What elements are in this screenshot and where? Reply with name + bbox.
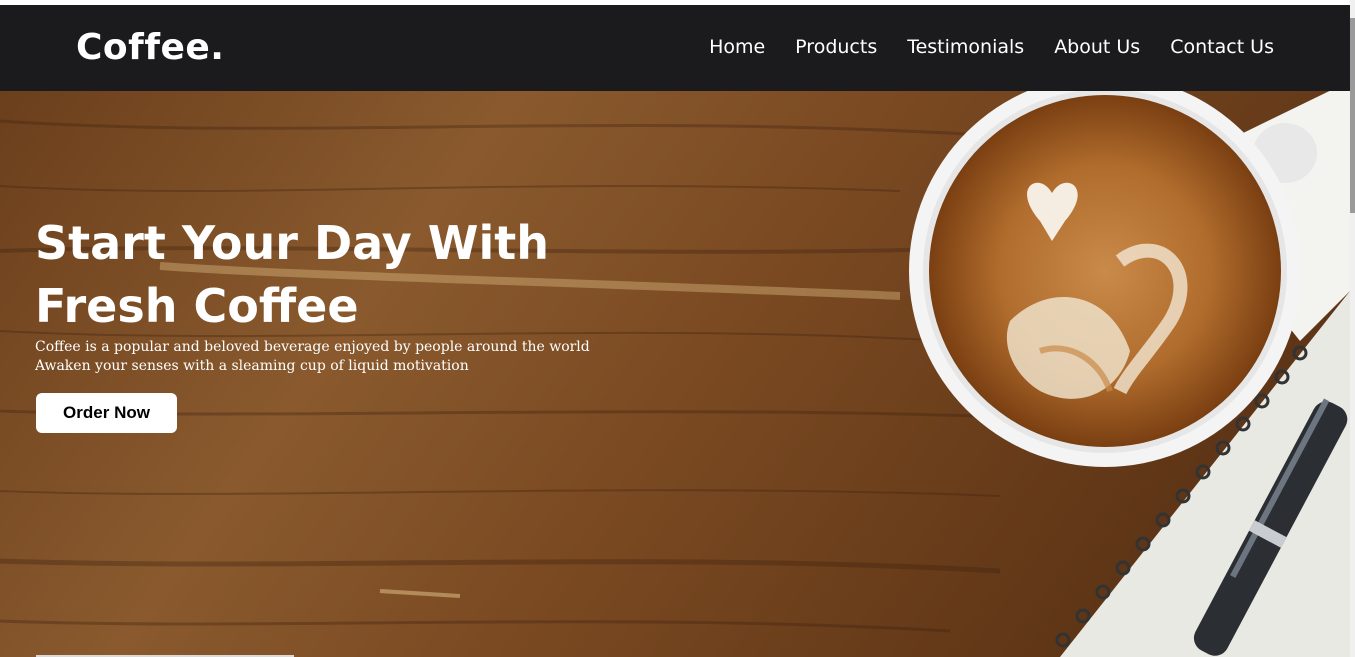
nav-menu: Home Products Testimonials About Us Cont…: [709, 36, 1274, 58]
page: Coffee. Home Products Testimonials About…: [0, 0, 1355, 657]
nav-testimonials-link[interactable]: Testimonials: [907, 36, 1024, 58]
scrollbar-track[interactable]: [1350, 0, 1355, 657]
hero-subtext-line-1: Coffee is a popular and beloved beverage…: [35, 339, 590, 355]
nav-about-link[interactable]: About Us: [1054, 36, 1140, 58]
navbar: Coffee. Home Products Testimonials About…: [0, 5, 1350, 91]
logo[interactable]: Coffee.: [76, 27, 224, 68]
hero-subtext-line-2: Awaken your senses with a sleaming cup o…: [35, 358, 469, 374]
nav-home-link[interactable]: Home: [709, 36, 765, 58]
nav-products-link[interactable]: Products: [795, 36, 877, 58]
nav-contact-link[interactable]: Contact Us: [1170, 36, 1274, 58]
scrollbar-thumb[interactable]: [1350, 18, 1355, 213]
hero-section: Start Your Day With Fresh Coffee Coffee …: [0, 91, 1350, 657]
hero-title: Start Your Day With Fresh Coffee: [35, 216, 550, 333]
order-now-button[interactable]: Order Now: [36, 393, 177, 433]
hero-background-image: [0, 91, 1350, 657]
